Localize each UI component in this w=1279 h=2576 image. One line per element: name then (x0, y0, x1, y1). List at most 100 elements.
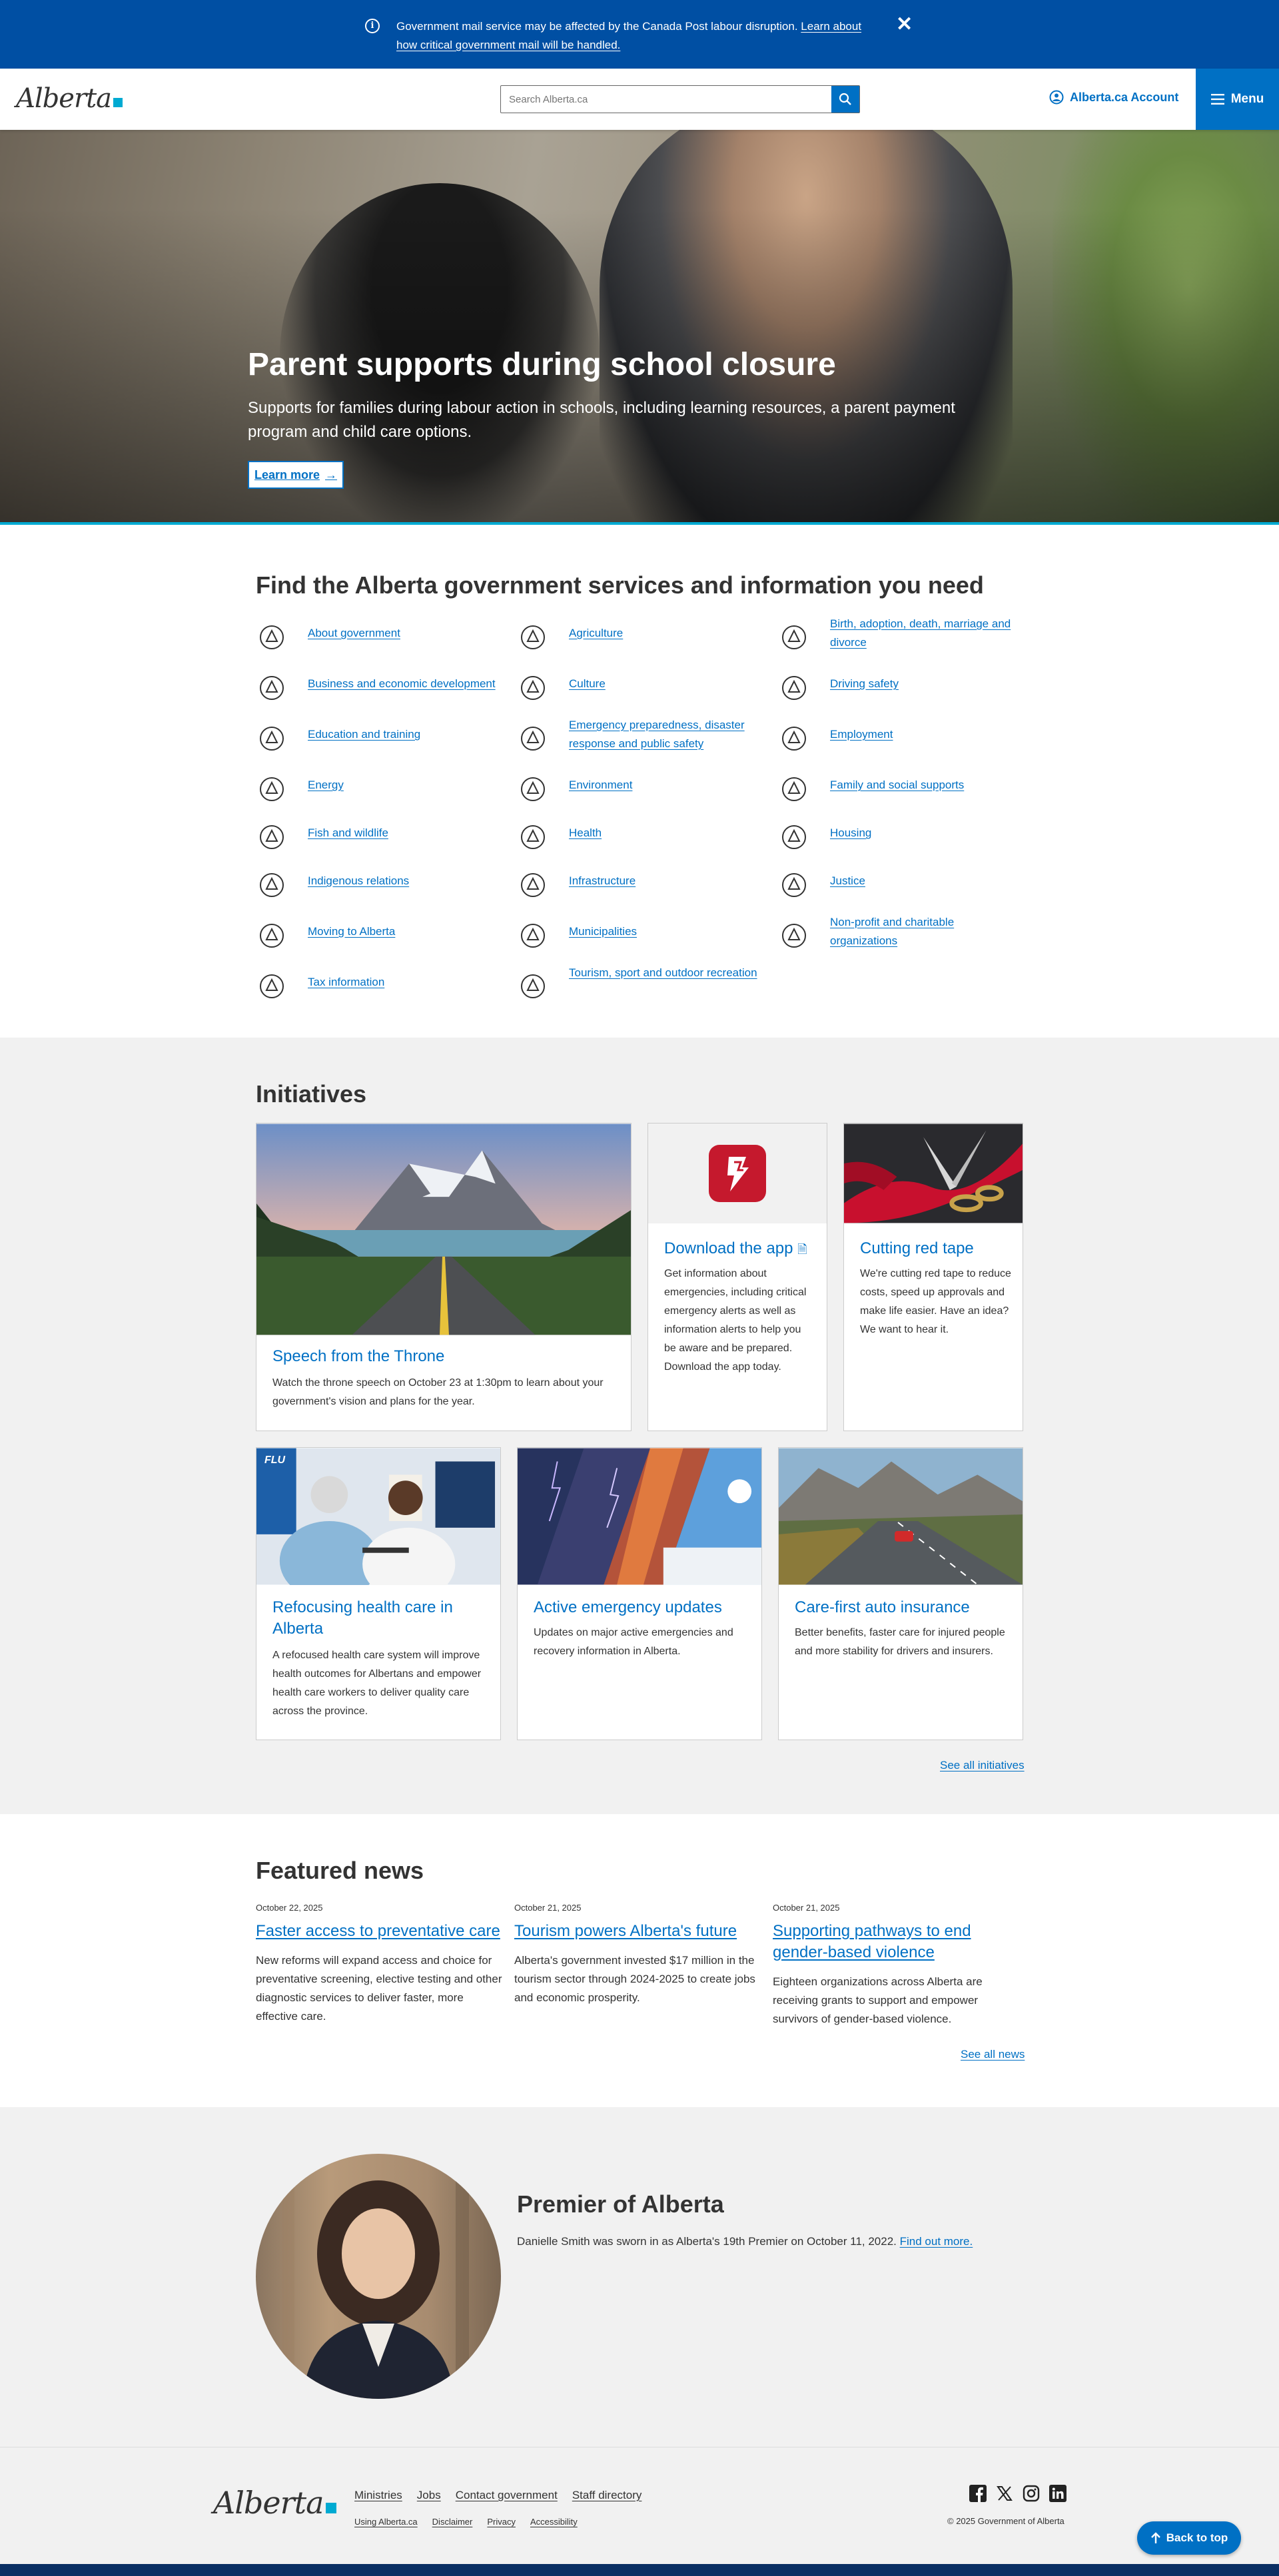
card-title[interactable]: Refocusing health care in Alberta (272, 1597, 486, 1640)
learn-more-button[interactable]: Learn more → (248, 461, 344, 489)
service-link[interactable]: Family and social supports (830, 776, 1023, 795)
news-headline[interactable]: Tourism powers Alberta's future (514, 1921, 761, 1942)
premier-title: Premier of Alberta (517, 2190, 724, 2218)
footer-link-staff-directory[interactable]: Staff directory (572, 2489, 642, 2502)
footer-alberta-logo[interactable]: Alberta (213, 2485, 336, 2521)
service-link[interactable]: About government (308, 624, 501, 643)
masks-icon (517, 672, 549, 704)
footer-link-disclaimer[interactable]: Disclaimer (432, 2517, 473, 2527)
see-all-news-link[interactable]: See all news (961, 2048, 1025, 2061)
card-title[interactable]: Speech from the Throne (272, 1346, 444, 1367)
alberta-logo[interactable]: Alberta (16, 83, 123, 114)
search-icon (839, 93, 851, 105)
footer-link-using[interactable]: Using Alberta.ca (354, 2517, 418, 2527)
service-link[interactable]: Justice (830, 872, 1023, 890)
news-headline[interactable]: Faster access to preventative care (256, 1921, 502, 1942)
card-text: Updates on major active emergencies and … (534, 1627, 733, 1657)
close-icon[interactable]: ✕ (896, 15, 913, 35)
initiative-card[interactable]: Active emergency updates Updates on majo… (517, 1447, 762, 1740)
certificate-icon (778, 621, 810, 653)
pie-chart-icon (256, 672, 288, 704)
service-link[interactable]: Emergency preparedness, disaster respons… (569, 716, 762, 753)
news-text: New reforms will expand access and choic… (256, 1954, 502, 2023)
footer-link-jobs[interactable]: Jobs (417, 2489, 441, 2502)
footer-link-contact[interactable]: Contact government (456, 2489, 558, 2502)
initiative-card[interactable]: FLU Refocusing health care in Alberta A … (256, 1447, 501, 1740)
service-link[interactable]: Health (569, 824, 762, 842)
service-link[interactable]: Birth, adoption, death, marriage and div… (830, 615, 1023, 652)
premier-text: Danielle Smith was sworn in as Alberta's… (517, 2235, 973, 2248)
service-item: Environment (517, 767, 773, 813)
search-bar (500, 85, 860, 113)
see-all-initiatives-link[interactable]: See all initiatives (940, 1759, 1025, 1772)
arrow-right-icon: → (325, 468, 338, 482)
initiative-card[interactable]: Speech from the Throne Watch the throne … (256, 1123, 632, 1431)
hero-text: Supports for families during labour acti… (248, 399, 955, 441)
card-title[interactable]: Care-first auto insurance (795, 1597, 970, 1618)
hero-banner: Parent supports during school closure Su… (0, 130, 1279, 524)
hamburger-icon (1210, 94, 1224, 105)
news-headline[interactable]: Supporting pathways to end gender-based … (773, 1921, 1019, 1963)
service-link[interactable]: Education and training (308, 725, 501, 744)
service-item: Health (517, 814, 773, 861)
service-link[interactable]: Culture (569, 675, 762, 693)
service-link[interactable]: Environment (569, 776, 762, 795)
service-link[interactable]: Housing (830, 824, 1023, 842)
instagram-icon[interactable] (1023, 2485, 1040, 2502)
initiative-card[interactable]: Care-first auto insurance Better benefit… (778, 1447, 1023, 1740)
service-link[interactable]: Driving safety (830, 675, 1023, 693)
service-link[interactable]: Indigenous relations (308, 872, 501, 890)
logo-square-icon (113, 98, 123, 107)
user-circle-icon (1049, 90, 1064, 105)
back-to-top-button[interactable]: Back to top (1137, 2521, 1241, 2555)
service-link[interactable]: Municipalities (569, 922, 762, 941)
linkedin-icon[interactable] (1049, 2485, 1066, 2502)
facebook-icon[interactable] (969, 2485, 987, 2502)
red-tape-scissors-image (844, 1124, 1023, 1223)
card-text: A refocused health care system will impr… (272, 1650, 482, 1717)
alert-app-icon (709, 1145, 766, 1202)
news-item: October 22, 2025 Faster access to preven… (256, 1903, 502, 2026)
service-link[interactable]: Employment (830, 725, 1023, 744)
search-button[interactable] (831, 86, 859, 113)
service-item: Indigenous relations (256, 862, 512, 909)
footer-sublinks: Using Alberta.ca Disclaimer Privacy Acce… (354, 2517, 578, 2527)
service-link[interactable]: Non-profit and charitable organizations (830, 913, 1023, 950)
service-link[interactable]: Infrastructure (569, 872, 762, 890)
card-text: Watch the throne speech on October 23 at… (272, 1377, 604, 1407)
news-date: October 22, 2025 (256, 1903, 323, 1913)
service-link[interactable]: Moving to Alberta (308, 922, 501, 941)
services-section: Find the Alberta government services and… (0, 525, 1279, 1038)
card-title[interactable]: Active emergency updates (534, 1597, 722, 1618)
health-care-image (256, 1448, 500, 1585)
x-icon[interactable] (996, 2485, 1013, 2502)
find-out-more-link[interactable]: Find out more. (900, 2235, 973, 2248)
footer-link-ministries[interactable]: Ministries (354, 2489, 402, 2502)
service-link[interactable]: Tax information (308, 973, 501, 992)
menu-button[interactable]: Menu (1196, 69, 1279, 130)
news-title: Featured news (256, 1857, 424, 1884)
initiative-card[interactable]: Cutting red tape We're cutting red tape … (843, 1123, 1023, 1431)
footer-link-privacy[interactable]: Privacy (487, 2517, 516, 2527)
initiative-card[interactable]: Download the app 🗎 Get information about… (647, 1123, 827, 1431)
news-text: Alberta's government invested $17 millio… (514, 1954, 755, 2004)
heart-pulse-icon (517, 821, 549, 853)
copyright: © 2025 Government of Alberta (947, 2516, 1065, 2526)
service-link[interactable]: Fish and wildlife (308, 824, 501, 842)
footer-link-accessibility[interactable]: Accessibility (530, 2517, 578, 2527)
scales-icon (778, 869, 810, 901)
traffic-light-icon (778, 672, 810, 704)
card-text: Better benefits, faster care for injured… (795, 1627, 1005, 1657)
service-link[interactable]: Agriculture (569, 624, 762, 643)
service-link[interactable]: Tourism, sport and outdoor recreation (569, 964, 762, 982)
card-title[interactable]: Download the app 🗎 (664, 1238, 807, 1260)
service-link[interactable]: Energy (308, 776, 501, 795)
hero-title: Parent supports during school closure (248, 347, 836, 382)
service-link[interactable]: Business and economic development (308, 675, 501, 693)
service-item: Municipalities (517, 913, 773, 960)
account-link[interactable]: Alberta.ca Account (1049, 90, 1178, 105)
card-title[interactable]: Cutting red tape (860, 1238, 974, 1259)
initiatives-title: Initiatives (256, 1080, 367, 1108)
service-item: Non-profit and charitable organizations (778, 913, 1034, 960)
search-input[interactable] (501, 86, 831, 113)
